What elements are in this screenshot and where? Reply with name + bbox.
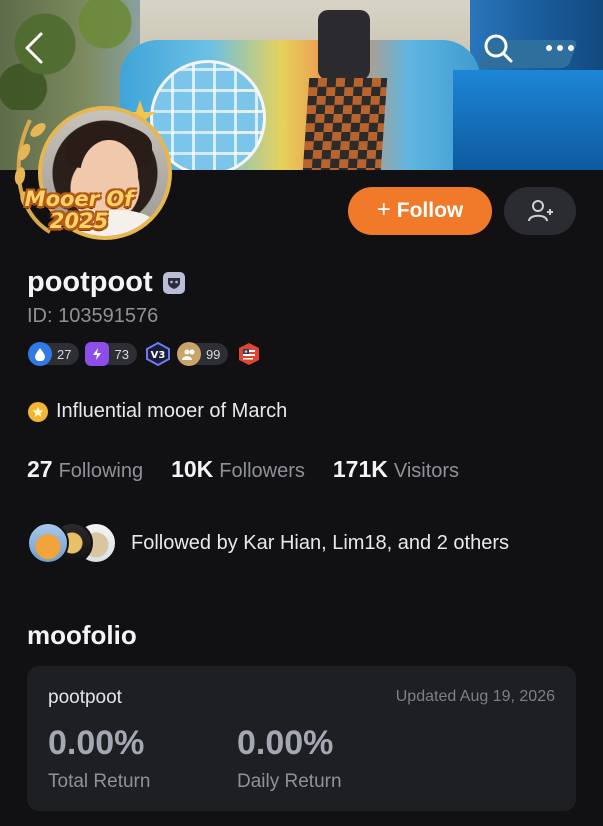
malaysia-flag-icon	[239, 343, 260, 365]
chevron-left-icon	[25, 32, 43, 64]
updated-timestamp: Updated Aug 19, 2026	[395, 688, 555, 705]
portfolio-name: pootpoot	[48, 687, 122, 708]
droplet-icon	[28, 342, 52, 366]
mutual-avatars	[27, 520, 119, 566]
followed-by[interactable]: Followed by Kar Hian, Lim18, and 2 other…	[27, 520, 509, 566]
search-icon	[484, 34, 513, 63]
v3-badge[interactable]: V3	[145, 342, 171, 366]
daily-return-value: 0.00%	[237, 724, 334, 762]
username-row: pootpoot	[27, 266, 185, 299]
stat-followers[interactable]: 10K Followers	[171, 456, 305, 483]
add-friend-button[interactable]	[504, 187, 576, 235]
cover-person	[298, 0, 390, 170]
section-title: moofolio	[27, 620, 137, 650]
community-icon	[176, 342, 201, 366]
username: pootpoot	[27, 266, 153, 298]
community-badge[interactable]: 99	[176, 342, 229, 366]
back-button[interactable]	[14, 28, 54, 68]
v3-icon: V3	[145, 342, 170, 366]
stats-row: 27 Following 10K Followers 171K Visitors	[27, 456, 487, 483]
daily-return: 0.00% Daily Return	[237, 724, 342, 793]
svg-text:V3: V3	[151, 350, 166, 361]
cover-pool	[453, 70, 603, 170]
badge-row: 27 73 V3 99	[28, 342, 262, 366]
more-icon	[546, 45, 574, 51]
achievement[interactable]: Influential mooer of March	[28, 400, 287, 423]
total-return-label: Total Return	[48, 771, 151, 792]
lightning-badge[interactable]: 73	[85, 342, 137, 366]
plus-icon: +	[376, 196, 391, 223]
add-user-icon	[528, 200, 553, 222]
user-id: ID: 103591576	[27, 305, 159, 327]
avatar-frame[interactable]: Mooer Of 2025	[10, 90, 172, 250]
droplet-badge[interactable]: 27	[28, 342, 80, 366]
stat-following[interactable]: 27 Following	[27, 456, 143, 483]
follow-label: Follow	[396, 199, 464, 222]
malaysia-flag-badge[interactable]	[236, 342, 262, 366]
star-icon	[28, 401, 48, 422]
more-button[interactable]	[540, 28, 580, 68]
mask-badge-icon[interactable]	[162, 271, 185, 294]
daily-return-label: Daily Return	[237, 771, 342, 792]
total-return: 0.00% Total Return	[48, 724, 150, 793]
stat-visitors[interactable]: 171K Visitors	[333, 456, 459, 483]
followed-by-text: Followed by Kar Hian, Lim18, and 2 other…	[131, 531, 509, 554]
search-button[interactable]	[478, 28, 518, 68]
follow-button[interactable]: + Follow	[348, 187, 492, 235]
lightning-icon	[85, 342, 110, 366]
moofolio-card[interactable]: pootpoot Updated Aug 19, 2026 0.00% Tota…	[27, 666, 576, 811]
avatar	[27, 522, 69, 564]
mooer-badge: Mooer Of 2025	[24, 187, 134, 233]
total-return-value: 0.00%	[48, 724, 145, 762]
achievement-label: Influential mooer of March	[56, 400, 288, 422]
